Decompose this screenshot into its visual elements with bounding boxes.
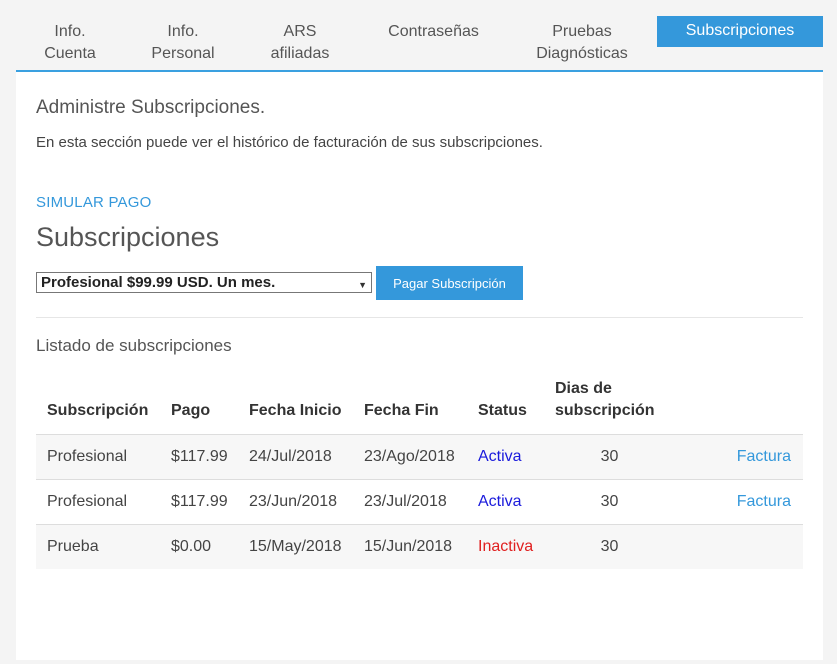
table-header-row: Subscripción Pago Fecha Inicio Fecha Fin… xyxy=(36,370,803,435)
col-header-payment: Pago xyxy=(160,370,238,435)
tab-label: Cuenta xyxy=(44,45,96,62)
tab-label: Subscripciones xyxy=(685,22,795,39)
list-title: Listado de subscripciones xyxy=(36,336,232,355)
col-header-status: Status xyxy=(467,370,544,435)
cell-plan: Profesional xyxy=(36,479,160,525)
col-header-days-line1: Dias de xyxy=(555,379,612,397)
tab-subscripciones[interactable]: Subscripciones xyxy=(657,16,823,47)
subscriptions-table: Subscripción Pago Fecha Inicio Fecha Fin… xyxy=(36,370,803,569)
page-heading: Administre Subscripciones. xyxy=(36,97,266,118)
tab-label: Diagnósticas xyxy=(536,45,628,62)
cell-amount: $0.00 xyxy=(160,524,238,569)
cell-days: 30 xyxy=(544,479,664,525)
cell-amount: $117.99 xyxy=(160,479,238,525)
cell-invoice-empty xyxy=(664,524,803,569)
invoice-link[interactable]: Factura xyxy=(664,434,803,480)
table-row: Profesional $117.99 23/Jun/2018 23/Jul/2… xyxy=(36,479,803,525)
plan-select[interactable]: Profesional $99.99 USD. Un mes. ▼ xyxy=(36,272,372,293)
col-header-subscription: Subscripción xyxy=(36,370,160,435)
table-row: Profesional $117.99 24/Jul/2018 23/Ago/2… xyxy=(36,434,803,480)
cell-status: Inactiva xyxy=(467,524,544,569)
invoice-link[interactable]: Factura xyxy=(664,479,803,525)
tab-label: ARS xyxy=(283,23,317,40)
tab-label: Contraseñas xyxy=(388,23,479,40)
tab-info-personal[interactable]: Info. Personal xyxy=(128,16,238,70)
subscriptions-panel: Administre Subscripciones. En esta secci… xyxy=(16,72,823,660)
tab-label: afiliadas xyxy=(270,45,330,62)
col-header-start-date: Fecha Inicio xyxy=(238,370,353,435)
cell-start-date: 23/Jun/2018 xyxy=(238,479,353,525)
subscriptions-title: Subscripciones xyxy=(36,222,220,252)
cell-end-date: 23/Ago/2018 xyxy=(353,434,467,480)
col-header-invoice xyxy=(664,370,803,435)
divider xyxy=(36,317,803,318)
dropdown-arrow-icon: ▼ xyxy=(358,280,367,290)
tab-pruebas-diagnosticas[interactable]: Pruebas Diagnósticas xyxy=(521,16,643,70)
cell-end-date: 15/Jun/2018 xyxy=(353,524,467,569)
simulate-payment-link[interactable]: SIMULAR PAGO xyxy=(36,194,151,211)
tab-contrasenas[interactable]: Contraseñas xyxy=(376,16,491,70)
tab-ars-afiliadas[interactable]: ARS afiliadas xyxy=(244,16,356,70)
cell-days: 30 xyxy=(544,524,664,569)
plan-select-value: Profesional $99.99 USD. Un mes. xyxy=(41,274,276,291)
col-header-days: Dias de subscripción xyxy=(544,370,664,435)
cell-plan: Prueba xyxy=(36,524,160,569)
col-header-days-line2: subscripción xyxy=(555,401,655,419)
cell-amount: $117.99 xyxy=(160,434,238,480)
tab-label: Pruebas xyxy=(552,23,612,40)
cell-plan: Profesional xyxy=(36,434,160,480)
cell-status: Activa xyxy=(467,479,544,525)
tab-label: Info. xyxy=(54,23,86,40)
page-description: En esta sección puede ver el histórico d… xyxy=(36,134,543,151)
tab-bar: Info. Cuenta Info. Personal ARS afiliada… xyxy=(16,16,823,72)
cell-status: Activa xyxy=(467,434,544,480)
tab-label: Info. xyxy=(167,23,199,40)
cell-days: 30 xyxy=(544,434,664,480)
table-row: Prueba $0.00 15/May/2018 15/Jun/2018 Ina… xyxy=(36,524,803,569)
pay-subscription-button[interactable]: Pagar Subscripción xyxy=(376,266,523,300)
tab-label: Personal xyxy=(151,45,215,62)
tab-info-cuenta[interactable]: Info. Cuenta xyxy=(16,16,124,70)
cell-end-date: 23/Jul/2018 xyxy=(353,479,467,525)
cell-start-date: 24/Jul/2018 xyxy=(238,434,353,480)
cell-start-date: 15/May/2018 xyxy=(238,524,353,569)
col-header-status-label: Status xyxy=(478,401,527,419)
col-header-end-date: Fecha Fin xyxy=(353,370,467,435)
